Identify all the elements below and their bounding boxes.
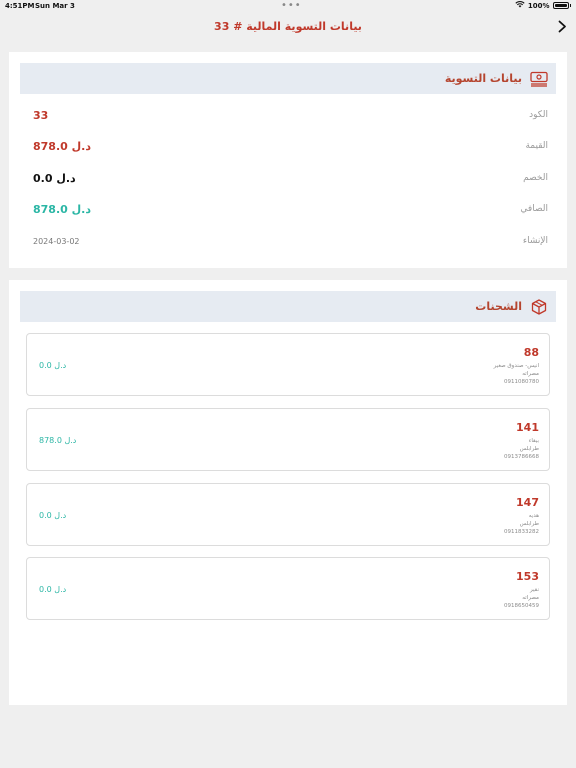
battery-tip	[569, 4, 571, 7]
created-value: 2024-03-02	[33, 236, 80, 246]
code-label: الكود	[529, 110, 548, 120]
shipment-id: 88	[523, 346, 539, 359]
code-value: 33	[33, 108, 49, 122]
shipment-city: طرابلس	[519, 446, 539, 452]
package-icon	[530, 298, 548, 316]
shipments-header: الشحنات	[20, 291, 556, 322]
shipment-amount: 0.0 د.ل	[39, 361, 67, 370]
field-code: 33 الكود	[33, 105, 548, 125]
shipment-phone: 0918650459	[504, 603, 539, 609]
shipment-recipient: نقير	[529, 587, 539, 593]
amount-value: 878.0 د.ل	[33, 139, 91, 153]
discount-value: 0.0 د.ل	[33, 171, 76, 185]
status-date: Sun Mar 3	[35, 2, 75, 10]
shipment-amount: 0.0 د.ل	[39, 511, 67, 520]
shipment-amount: 0.0 د.ل	[39, 585, 67, 594]
shipment-city: مصراته	[522, 371, 539, 377]
shipment-card[interactable]: 141 بيقاء طرابلس 0913786668 878.0 د.ل	[26, 408, 550, 471]
settlement-header: بيانات التسوية	[20, 63, 556, 94]
field-discount: 0.0 د.ل الخصم	[33, 168, 548, 188]
multitask-dots[interactable]: •••	[281, 0, 302, 11]
net-value: 878.0 د.ل	[33, 202, 91, 216]
shipments-title: الشحنات	[475, 300, 522, 313]
shipment-recipient: انيس- صندوق صغير	[493, 363, 539, 369]
shipment-id: 153	[516, 570, 539, 583]
shipment-phone: 0911833282	[504, 529, 539, 535]
shipment-card[interactable]: 153 نقير مصراته 0918650459 0.0 د.ل	[26, 557, 550, 620]
discount-label: الخصم	[523, 173, 548, 183]
shipment-recipient: هديه	[528, 513, 539, 519]
status-time: 4:51PM	[5, 2, 35, 10]
amount-label: القيمة	[525, 141, 548, 151]
navigation-bar: بيانات التسوية المالية # 33	[0, 12, 576, 44]
shipment-city: مصراته	[522, 595, 539, 601]
field-amount: 878.0 د.ل القيمة	[33, 136, 548, 156]
battery-percent: 100%	[527, 1, 550, 10]
shipment-id: 141	[516, 421, 539, 434]
field-net: 878.0 د.ل الصافي	[33, 199, 548, 219]
net-label: الصافي	[520, 204, 548, 214]
wifi-icon	[515, 1, 525, 10]
shipment-phone: 0911080780	[504, 379, 539, 385]
created-label: الإنشاء	[522, 236, 548, 246]
shipment-recipient: بيقاء	[528, 438, 539, 444]
status-bar: 4:51PM Sun Mar 3 ••• 100%	[0, 0, 576, 12]
back-button[interactable]	[554, 18, 570, 36]
shipment-id: 147	[516, 496, 539, 509]
settlement-title: بيانات التسوية	[444, 72, 522, 85]
shipment-phone: 0913786668	[504, 454, 539, 460]
settlement-card: بيانات التسوية 33 الكود 878.0 د.ل القيمة…	[9, 52, 567, 268]
chevron-right-icon	[558, 18, 567, 37]
shipment-card[interactable]: 88 انيس- صندوق صغير مصراته 0911080780 0.…	[26, 333, 550, 396]
page-title: بيانات التسوية المالية # 33	[214, 20, 362, 33]
shipment-card[interactable]: 147 هديه طرابلس 0911833282 0.0 د.ل	[26, 483, 550, 546]
shipment-amount: 878.0 د.ل	[39, 436, 77, 445]
money-stack-icon	[530, 70, 548, 88]
shipments-card: الشحنات 88 انيس- صندوق صغير مصراته 09110…	[9, 280, 567, 705]
shipment-city: طرابلس	[519, 521, 539, 527]
status-right: 100%	[515, 1, 571, 10]
battery-icon	[552, 2, 569, 9]
field-created: 2024-03-02 الإنشاء	[33, 231, 548, 251]
